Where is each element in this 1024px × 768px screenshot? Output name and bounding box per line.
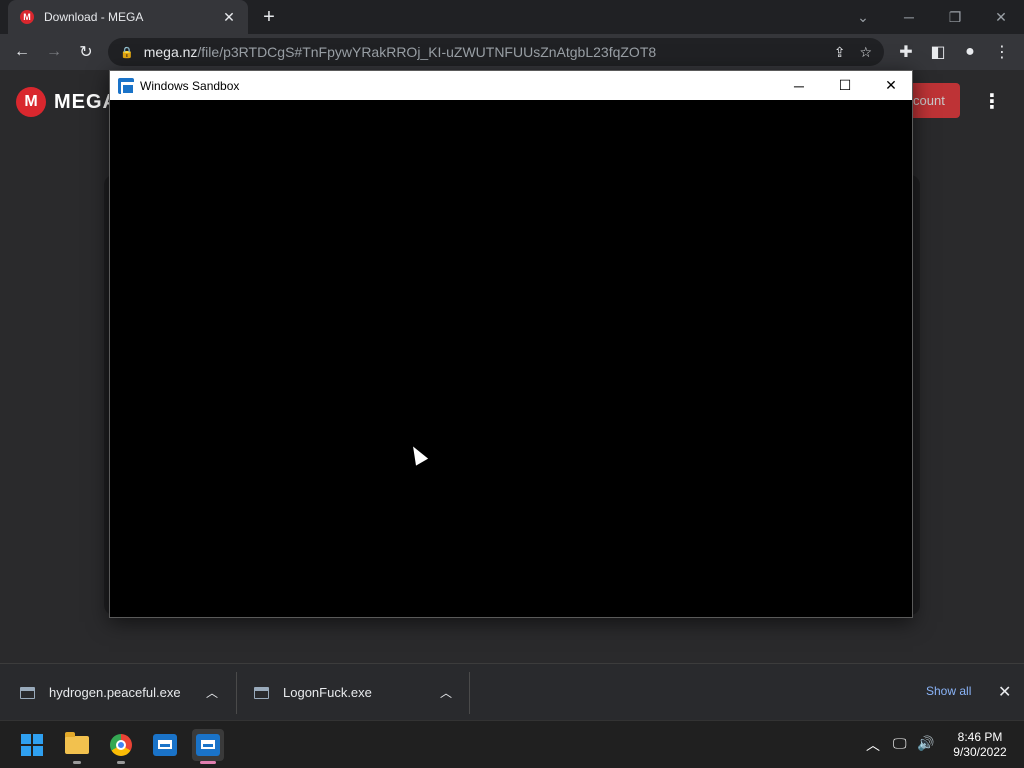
file-explorer-button[interactable] <box>61 729 93 764</box>
url-path: /file/p3RTDCgS#TnFpywYRakRROj_KI-uZWUTNF… <box>197 44 657 60</box>
bookmark-star-icon[interactable]: ☆ <box>859 44 872 61</box>
show-all-link[interactable]: Show all <box>926 684 971 698</box>
mega-logo[interactable]: M MEGA <box>16 87 118 117</box>
show-hidden-icons-chevron-icon[interactable]: ︿ <box>866 735 880 755</box>
new-tab-button[interactable]: + <box>258 6 280 28</box>
forward-button[interactable]: → <box>42 40 66 64</box>
divider <box>236 672 237 714</box>
mega-favicon-icon: M <box>20 10 34 24</box>
browser-tab[interactable]: M Download - MEGA ✕ <box>8 0 248 34</box>
page-menu-icon[interactable]: ⋮ <box>982 90 1002 114</box>
windows-logo-icon <box>21 734 43 756</box>
tab-title: Download - MEGA <box>44 10 144 24</box>
side-panel-icon[interactable]: ◧ <box>926 40 950 64</box>
chevron-up-icon[interactable]: ︿ <box>206 684 218 701</box>
network-icon[interactable]: 🖵 <box>893 735 907 752</box>
restore-button[interactable]: ❐ <box>932 0 978 34</box>
address-bar[interactable]: 🔒 mega.nz /file/p3RTDCgS#TnFpywYRakRROj_… <box>108 38 884 66</box>
share-icon[interactable]: ⇪ <box>834 44 846 61</box>
mouse-cursor-icon <box>407 443 429 466</box>
tab-close-icon[interactable]: ✕ <box>220 9 238 26</box>
sandbox-taskbar-button[interactable] <box>149 729 181 761</box>
sandbox-active-taskbar-button[interactable] <box>192 729 224 764</box>
browser-menu-icon[interactable]: ⋮ <box>990 40 1014 64</box>
sandbox-icon <box>153 734 177 756</box>
chrome-icon <box>110 734 132 756</box>
url-host: mega.nz <box>143 44 198 60</box>
lock-icon: 🔒 <box>120 46 134 59</box>
sandbox-maximize-button[interactable]: ☐ <box>822 71 868 100</box>
running-indicator <box>73 761 81 764</box>
download-filename: LogonFuck.exe <box>283 685 372 700</box>
profile-avatar-icon[interactable]: ● <box>958 40 982 64</box>
taskbar: ︿ 🖵 🔊 8:46 PM 9/30/2022 <box>0 720 1024 768</box>
executable-file-icon <box>20 686 35 699</box>
windows-sandbox-window[interactable]: Windows Sandbox ─ ☐ ✕ <box>109 70 913 618</box>
sandbox-display[interactable] <box>110 100 912 617</box>
close-download-bar-icon[interactable]: ✕ <box>998 682 1011 702</box>
sandbox-minimize-button[interactable]: ─ <box>776 71 822 100</box>
download-filename: hydrogen.peaceful.exe <box>49 685 181 700</box>
executable-file-icon <box>254 686 269 699</box>
sandbox-app-icon <box>118 77 135 95</box>
browser-toolbar: ← → ↻ 🔒 mega.nz /file/p3RTDCgS#TnFpywYRa… <box>0 34 1024 70</box>
download-item[interactable]: hydrogen.peaceful.exe ︿ <box>20 664 230 721</box>
close-window-button[interactable]: ✕ <box>978 0 1024 34</box>
download-item[interactable]: LogonFuck.exe ︿ <box>254 664 464 721</box>
system-clock[interactable]: 8:46 PM 9/30/2022 <box>940 730 1020 760</box>
sandbox-titlebar[interactable]: Windows Sandbox ─ ☐ ✕ <box>110 71 912 100</box>
chrome-taskbar-button[interactable] <box>105 729 137 764</box>
active-indicator <box>200 761 216 764</box>
volume-icon[interactable]: 🔊 <box>917 735 934 752</box>
back-button[interactable]: ← <box>10 40 34 64</box>
chevron-up-icon[interactable]: ︿ <box>440 684 452 701</box>
start-button[interactable] <box>16 729 48 761</box>
tab-strip: M Download - MEGA ✕ + ⌄ ─ ❐ ✕ <box>0 0 1024 34</box>
sandbox-close-button[interactable]: ✕ <box>868 71 914 100</box>
divider <box>469 672 470 714</box>
sandbox-icon <box>196 734 220 756</box>
clock-time: 8:46 PM <box>957 730 1003 744</box>
mega-logo-icon: M <box>16 87 46 117</box>
minimize-button[interactable]: ─ <box>886 0 932 34</box>
create-account-label: count <box>913 93 945 108</box>
clock-date: 9/30/2022 <box>953 745 1007 759</box>
tab-search-icon[interactable]: ⌄ <box>840 0 886 34</box>
reload-button[interactable]: ↻ <box>74 40 98 64</box>
sandbox-title: Windows Sandbox <box>140 78 240 93</box>
extensions-icon[interactable]: ✚ <box>894 40 918 64</box>
folder-icon <box>65 732 89 754</box>
download-bar: hydrogen.peaceful.exe ︿ LogonFuck.exe ︿ … <box>0 663 1024 720</box>
running-indicator <box>117 761 125 764</box>
